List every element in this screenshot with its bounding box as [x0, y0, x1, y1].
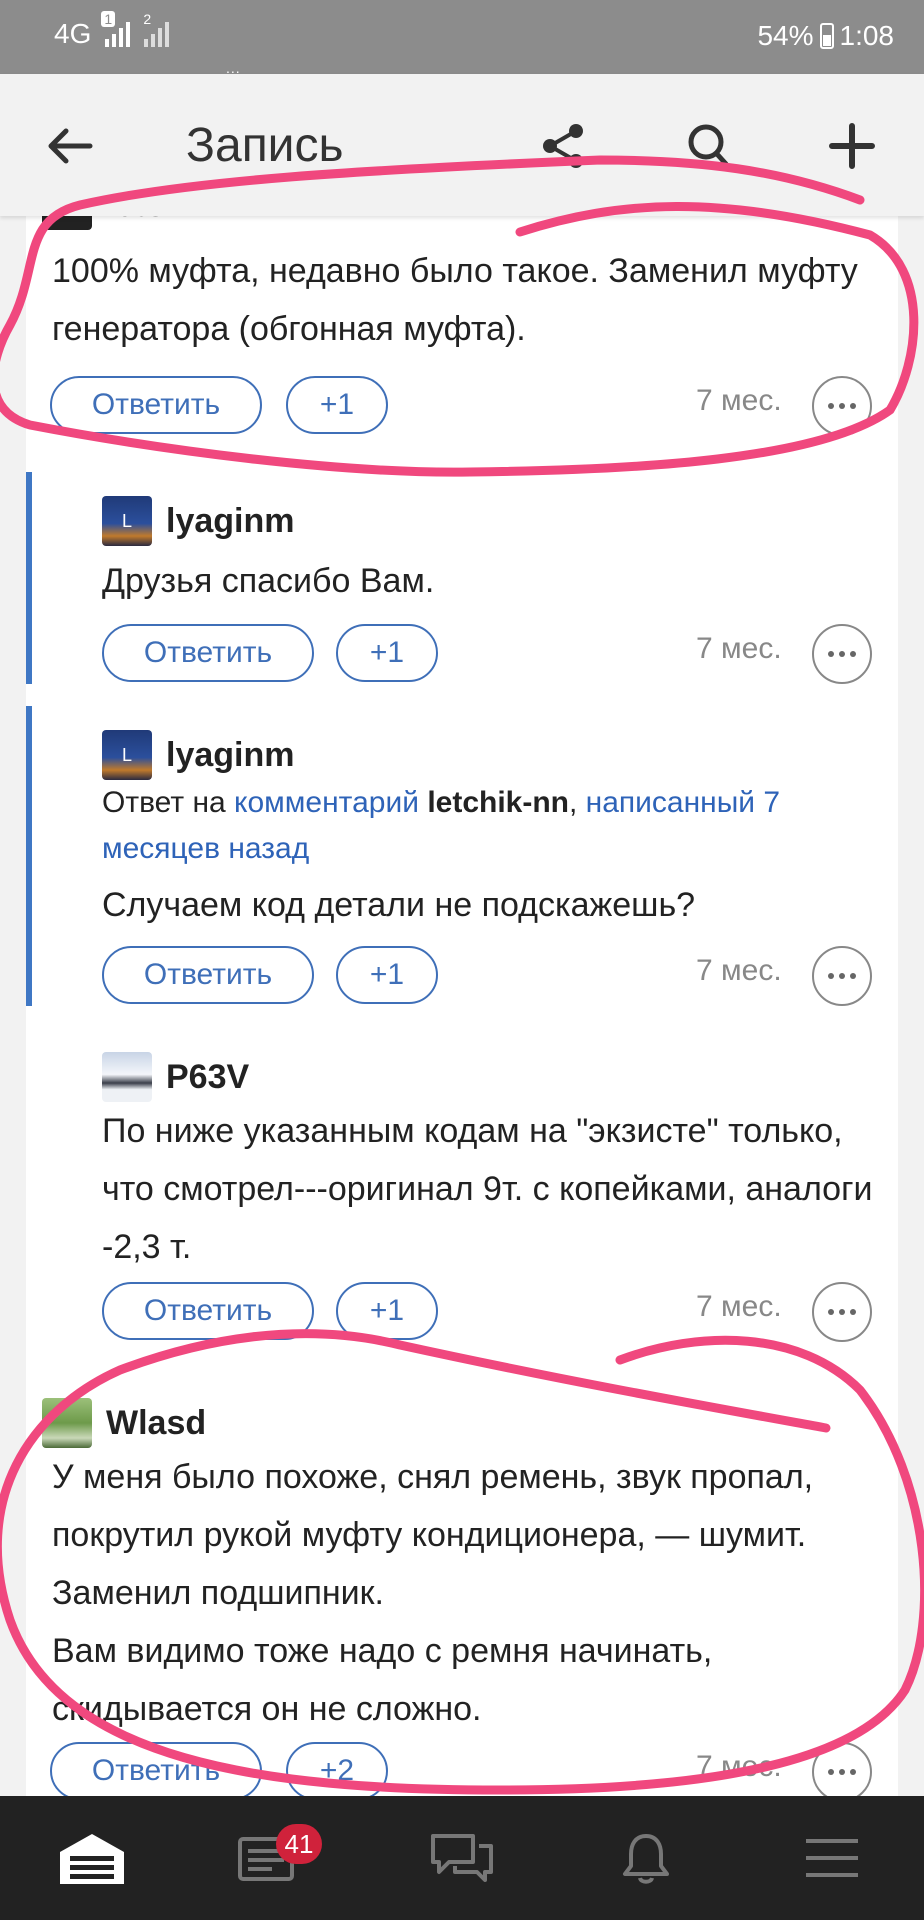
comment-p63v: P63V По ниже указанным кодам на "экзисте…: [26, 1046, 898, 1346]
comment-time: 7 мес.: [696, 632, 782, 665]
comment-lyaginm-question: L lyaginm Ответ на комментарий letchik-n…: [26, 706, 898, 1006]
reply-button[interactable]: Ответить: [50, 376, 262, 434]
plus-one-button[interactable]: +1: [336, 946, 438, 1004]
nav-messages[interactable]: [402, 1796, 522, 1920]
comments-list: L letchik-nn 100% муфта, недавно было та…: [26, 216, 898, 1796]
thread-indicator: [26, 472, 32, 684]
comment-text-line1: У меня было похоже, снял ремень, звук пр…: [52, 1458, 814, 1612]
author-name: letchik-nn: [106, 216, 267, 225]
add-button[interactable]: [820, 114, 884, 178]
bell-icon: [623, 1834, 669, 1884]
comment-time: 7 мес.: [696, 1290, 782, 1323]
comment-link[interactable]: комментарий: [234, 786, 419, 819]
comment-author[interactable]: Wlasd: [42, 1398, 206, 1448]
reply-separator: ,: [569, 786, 586, 819]
reply-button[interactable]: Ответить: [102, 946, 314, 1004]
reply-context: Ответ на комментарий letchik-nn, написан…: [102, 780, 892, 872]
sim2-label: 2: [143, 11, 152, 27]
status-left: 4G 1 2: [54, 11, 170, 50]
search-icon: [688, 124, 729, 167]
nav-menu[interactable]: [772, 1796, 892, 1920]
plus-two-button[interactable]: +2: [286, 1742, 388, 1796]
signal-sim1-icon: 1: [101, 11, 131, 47]
battery-icon: [819, 23, 834, 49]
reply-button[interactable]: Ответить: [102, 1282, 314, 1340]
thread-indicator: [26, 706, 32, 1006]
comment-time: 7 мес.: [696, 1750, 782, 1783]
reply-user-link[interactable]: letchik-nn: [427, 786, 569, 819]
reply-button[interactable]: Ответить: [102, 624, 314, 682]
arrow-left-icon: [48, 128, 93, 164]
feed-badge: 41: [276, 1824, 322, 1864]
signal-sim2-icon: 2: [143, 11, 170, 47]
app-header: Запись: [0, 74, 924, 216]
comment-wlasd: Wlasd У меня было похоже, снял ремень, з…: [26, 1392, 898, 1796]
share-icon: [543, 124, 583, 168]
battery-percent: 54%: [757, 20, 814, 51]
comment-text: Случаем код детали не подскажешь?: [102, 886, 696, 924]
comment-time: 7 мес.: [696, 954, 782, 987]
avatar: L: [42, 216, 92, 230]
back-button[interactable]: [38, 114, 102, 178]
nav-notifications[interactable]: [586, 1796, 706, 1920]
author-name: lyaginm: [166, 735, 295, 774]
comment-lyaginm-thanks: L lyaginm Друзья спасибо Вам. Ответить +…: [26, 472, 898, 684]
avatar: [42, 1398, 92, 1448]
author-name: lyaginm: [166, 501, 295, 540]
plus-one-button[interactable]: +1: [336, 1282, 438, 1340]
network-type: 4G: [54, 18, 92, 49]
sim1-label: 1: [101, 11, 116, 27]
page-title: Запись: [186, 119, 344, 172]
more-options-button[interactable]: [812, 1282, 872, 1342]
more-options-button[interactable]: [812, 1742, 872, 1796]
plus-icon: [829, 123, 875, 169]
more-options-button[interactable]: [812, 376, 872, 436]
avatar: [102, 1052, 152, 1102]
garage-icon: [60, 1834, 124, 1884]
clock: 1:08: [839, 20, 895, 51]
comment-text-line2: Вам видимо тоже надо с ремня начинать, с…: [52, 1632, 713, 1728]
comment-author[interactable]: L letchik-nn: [42, 216, 267, 230]
author-name: Wlasd: [106, 1403, 207, 1442]
bottom-navigation: 41: [0, 1796, 924, 1920]
comment-text: 100% муфта, недавно было такое. Заменил …: [52, 252, 858, 348]
comment-text: У меня было похоже, снял ремень, звук пр…: [52, 1448, 842, 1738]
comment-text: Друзья спасибо Вам.: [102, 562, 435, 600]
nav-garage[interactable]: [32, 1796, 152, 1920]
comment-author[interactable]: L lyaginm: [102, 496, 294, 546]
comment-author[interactable]: L lyaginm: [102, 730, 294, 780]
author-name: P63V: [166, 1057, 250, 1096]
plus-one-button[interactable]: +1: [286, 376, 388, 434]
reply-prefix: Ответ на: [102, 786, 235, 819]
messages-icon: [431, 1834, 493, 1882]
avatar: L: [102, 496, 152, 546]
avatar: L: [102, 730, 152, 780]
plus-one-button[interactable]: +1: [336, 624, 438, 682]
status-bar: 4G 1 2 ... 54% 1:08: [0, 0, 924, 76]
menu-icon: [806, 1839, 858, 1877]
comment-letchik-nn: L letchik-nn 100% муфта, недавно было та…: [26, 216, 898, 436]
reply-button[interactable]: Ответить: [50, 1742, 262, 1796]
more-options-button[interactable]: [812, 946, 872, 1006]
share-button[interactable]: [532, 114, 596, 178]
comment-author[interactable]: P63V: [102, 1052, 249, 1102]
search-button[interactable]: [676, 114, 740, 178]
comment-time: 7 мес.: [696, 384, 782, 417]
status-right: 54% 1:08: [757, 20, 894, 52]
more-options-button[interactable]: [812, 624, 872, 684]
comment-text: По ниже указанным кодам на "экзисте" тол…: [102, 1112, 873, 1266]
